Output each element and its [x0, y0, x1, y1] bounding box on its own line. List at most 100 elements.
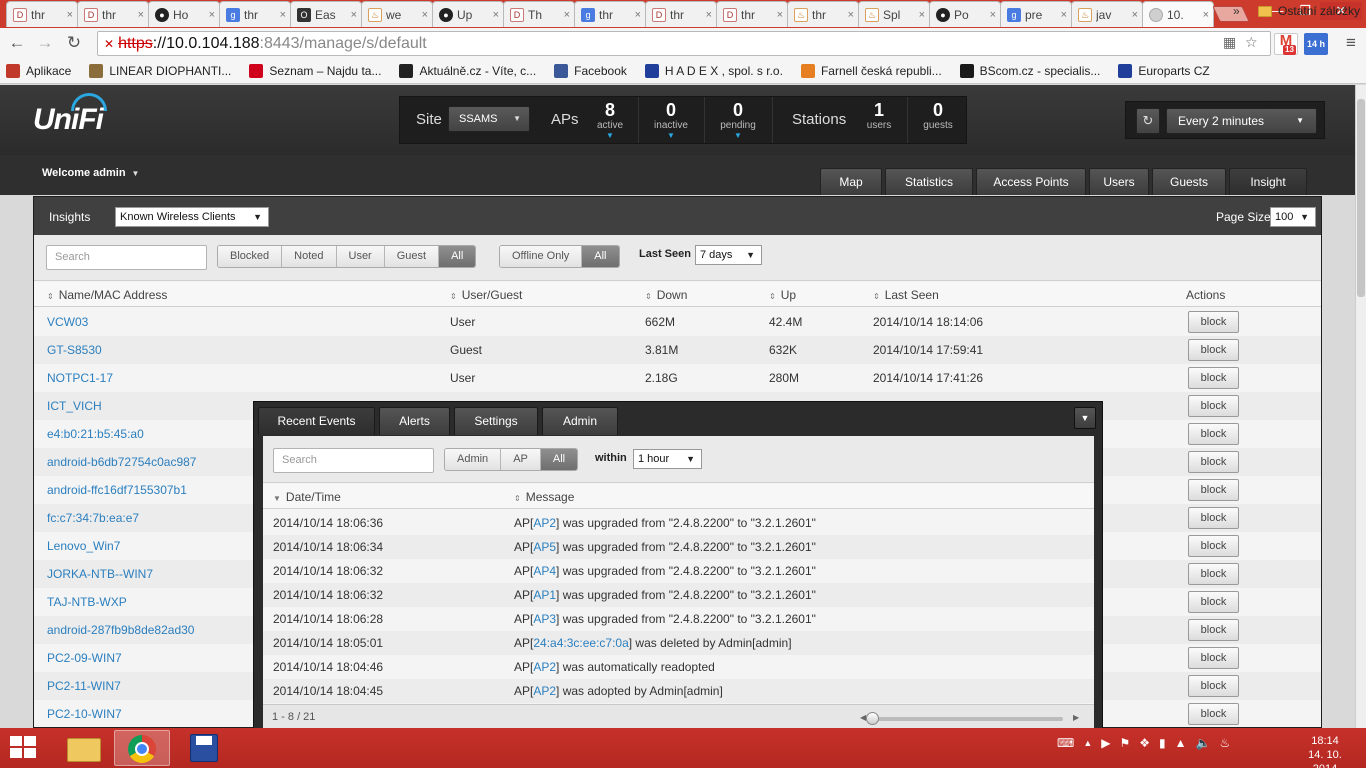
refresh-icon[interactable]: ↻ — [1136, 108, 1160, 134]
block-button[interactable]: block — [1188, 423, 1239, 445]
client-name[interactable]: NOTPC1-17 — [47, 371, 113, 385]
flag-icon[interactable]: ⚑ — [1119, 736, 1130, 750]
tab-close-icon[interactable]: × — [67, 9, 73, 21]
event-device-link[interactable]: 24:a4:3c:ee:c7:0a — [533, 636, 628, 650]
block-button[interactable]: block — [1188, 395, 1239, 417]
event-filter-all[interactable]: All — [540, 449, 578, 470]
filter-user[interactable]: User — [336, 246, 385, 267]
taskbar-clock[interactable]: 18:14 14. 10. 2014 — [1296, 734, 1354, 768]
browser-tab[interactable]: 10. × — [1142, 1, 1214, 27]
stat-pending[interactable]: 0 pending ▼ — [706, 100, 770, 141]
reload-icon[interactable]: ↻ — [63, 33, 85, 53]
bookmark-item[interactable]: Aplikace — [6, 63, 71, 78]
client-name[interactable]: e4:b0:21:b5:45:a0 — [47, 427, 144, 441]
save-disk-icon[interactable] — [176, 730, 232, 766]
event-filter-admin[interactable]: Admin — [445, 449, 502, 470]
browser-tab[interactable]: ● Up × — [432, 1, 504, 27]
client-name[interactable]: android-ffc16df7155307b1 — [47, 483, 187, 497]
browser-tab[interactable]: ● Ho × — [148, 1, 220, 27]
client-name[interactable]: PC2-10-WIN7 — [47, 707, 122, 721]
bookmark-item[interactable]: H A D E X , spol. s r.o. — [644, 63, 783, 78]
chrome-icon[interactable] — [114, 730, 170, 766]
block-button[interactable]: block — [1188, 675, 1239, 697]
client-name[interactable]: Lenovo_Win7 — [47, 539, 120, 553]
block-button[interactable]: block — [1188, 703, 1239, 725]
tab-close-icon[interactable]: × — [1061, 9, 1067, 21]
tab-close-icon[interactable]: × — [990, 9, 996, 21]
tab-close-icon[interactable]: × — [422, 9, 428, 21]
event-device-link[interactable]: AP2 — [533, 684, 556, 698]
calendar-extension-icon[interactable]: 14 h — [1304, 33, 1328, 55]
tab-close-icon[interactable]: × — [564, 9, 570, 21]
browser-tab[interactable]: g pre × — [1000, 1, 1072, 27]
bookmark-item[interactable]: Farnell česká republi... — [800, 63, 942, 78]
tab-users[interactable]: Users — [1089, 168, 1149, 195]
client-name[interactable]: fc:c7:34:7b:ea:e7 — [47, 511, 139, 525]
within-select[interactable]: 1 hour ▼ — [633, 449, 702, 469]
browser-tab[interactable]: ♨ jav × — [1071, 1, 1143, 27]
browser-tab[interactable]: Dthr × — [77, 1, 149, 27]
bookmark-item[interactable]: LINEAR DIOPHANTI... — [89, 63, 231, 78]
keyboard-icon[interactable]: ⌨ — [1057, 736, 1074, 750]
filter-noted[interactable]: Noted — [282, 246, 337, 267]
column-header[interactable]: ⇕ Last Seen — [873, 288, 939, 302]
client-name[interactable]: PC2-09-WIN7 — [47, 651, 122, 665]
offline-filter-offline-only[interactable]: Offline Only — [500, 246, 583, 267]
event-device-link[interactable]: AP3 — [533, 612, 556, 626]
filter-blocked[interactable]: Blocked — [218, 246, 283, 267]
file-explorer-icon[interactable] — [57, 730, 113, 766]
column-header[interactable]: ⇕ User/Guest — [450, 288, 522, 302]
client-name[interactable]: ICT_VICH — [47, 399, 102, 413]
column-header[interactable]: ⇕ Up — [769, 288, 796, 302]
block-button[interactable]: block — [1188, 311, 1239, 333]
dropbox-icon[interactable]: ❖ — [1139, 736, 1150, 750]
client-name[interactable]: VCW03 — [47, 315, 88, 329]
slider-right-icon[interactable]: ▶ — [1073, 713, 1079, 722]
welcome-menu[interactable]: Welcome admin ▼ — [42, 167, 139, 179]
block-button[interactable]: block — [1188, 479, 1239, 501]
filter-guest[interactable]: Guest — [384, 246, 440, 267]
events-search-input[interactable]: Search — [273, 448, 434, 473]
event-tab-admin[interactable]: Admin — [542, 407, 618, 435]
tab-access-points[interactable]: Access Points — [976, 168, 1086, 195]
tab-close-icon[interactable]: × — [635, 9, 641, 21]
bookmark-item[interactable]: BScom.cz - specialis... — [959, 63, 1100, 78]
bookmark-item[interactable]: Facebook — [554, 63, 627, 78]
block-button[interactable]: block — [1188, 507, 1239, 529]
tab-close-icon[interactable]: × — [706, 9, 712, 21]
media-icon[interactable]: ▶ — [1101, 736, 1110, 750]
tab-close-icon[interactable]: × — [919, 9, 925, 21]
bookmark-item[interactable]: Seznam – Najdu ta... — [249, 63, 381, 78]
block-button[interactable]: block — [1188, 563, 1239, 585]
collapse-icon[interactable]: ▼ — [1074, 407, 1096, 429]
client-search-input[interactable]: Search — [46, 245, 207, 270]
client-name[interactable]: TAJ-NTB-WXP — [47, 595, 127, 609]
column-header[interactable]: ⇕ Name/MAC Address — [47, 288, 167, 302]
browser-tab[interactable]: g thr × — [574, 1, 646, 27]
menu-icon[interactable]: ≡ — [1340, 33, 1362, 53]
event-tab-alerts[interactable]: Alerts — [379, 407, 450, 435]
tab-close-icon[interactable]: × — [777, 9, 783, 21]
browser-tab[interactable]: ● Po × — [929, 1, 1001, 27]
stat-inactive[interactable]: 0 inactive ▼ — [639, 100, 703, 141]
show-hidden-icons[interactable]: ▲ — [1083, 738, 1092, 748]
filter-all[interactable]: All — [439, 246, 476, 267]
scrollbar-thumb[interactable] — [1357, 99, 1365, 297]
windows-start-icon[interactable] — [10, 736, 38, 760]
notification-bell-icon[interactable]: ♨ — [1219, 736, 1230, 750]
client-name[interactable]: android-287fb9b8de82ad30 — [47, 623, 194, 637]
block-button[interactable]: block — [1188, 591, 1239, 613]
browser-tab[interactable]: Dthr × — [6, 1, 78, 27]
tab-statistics[interactable]: Statistics — [885, 168, 973, 195]
browser-tab[interactable]: Dthr × — [645, 1, 717, 27]
tab-map[interactable]: Map — [820, 168, 882, 195]
tab-insight[interactable]: Insight — [1229, 168, 1307, 195]
browser-tab[interactable]: Dthr × — [716, 1, 788, 27]
tab-close-icon[interactable]: × — [1132, 9, 1138, 21]
refresh-interval-select[interactable]: Every 2 minutes ▼ — [1166, 108, 1317, 134]
event-device-link[interactable]: AP5 — [533, 540, 556, 554]
browser-tab[interactable]: O Eas × — [290, 1, 362, 27]
browser-tab[interactable]: ♨ thr × — [787, 1, 859, 27]
page-size-select[interactable]: 100 ▼ — [1270, 207, 1316, 227]
block-button[interactable]: block — [1188, 619, 1239, 641]
